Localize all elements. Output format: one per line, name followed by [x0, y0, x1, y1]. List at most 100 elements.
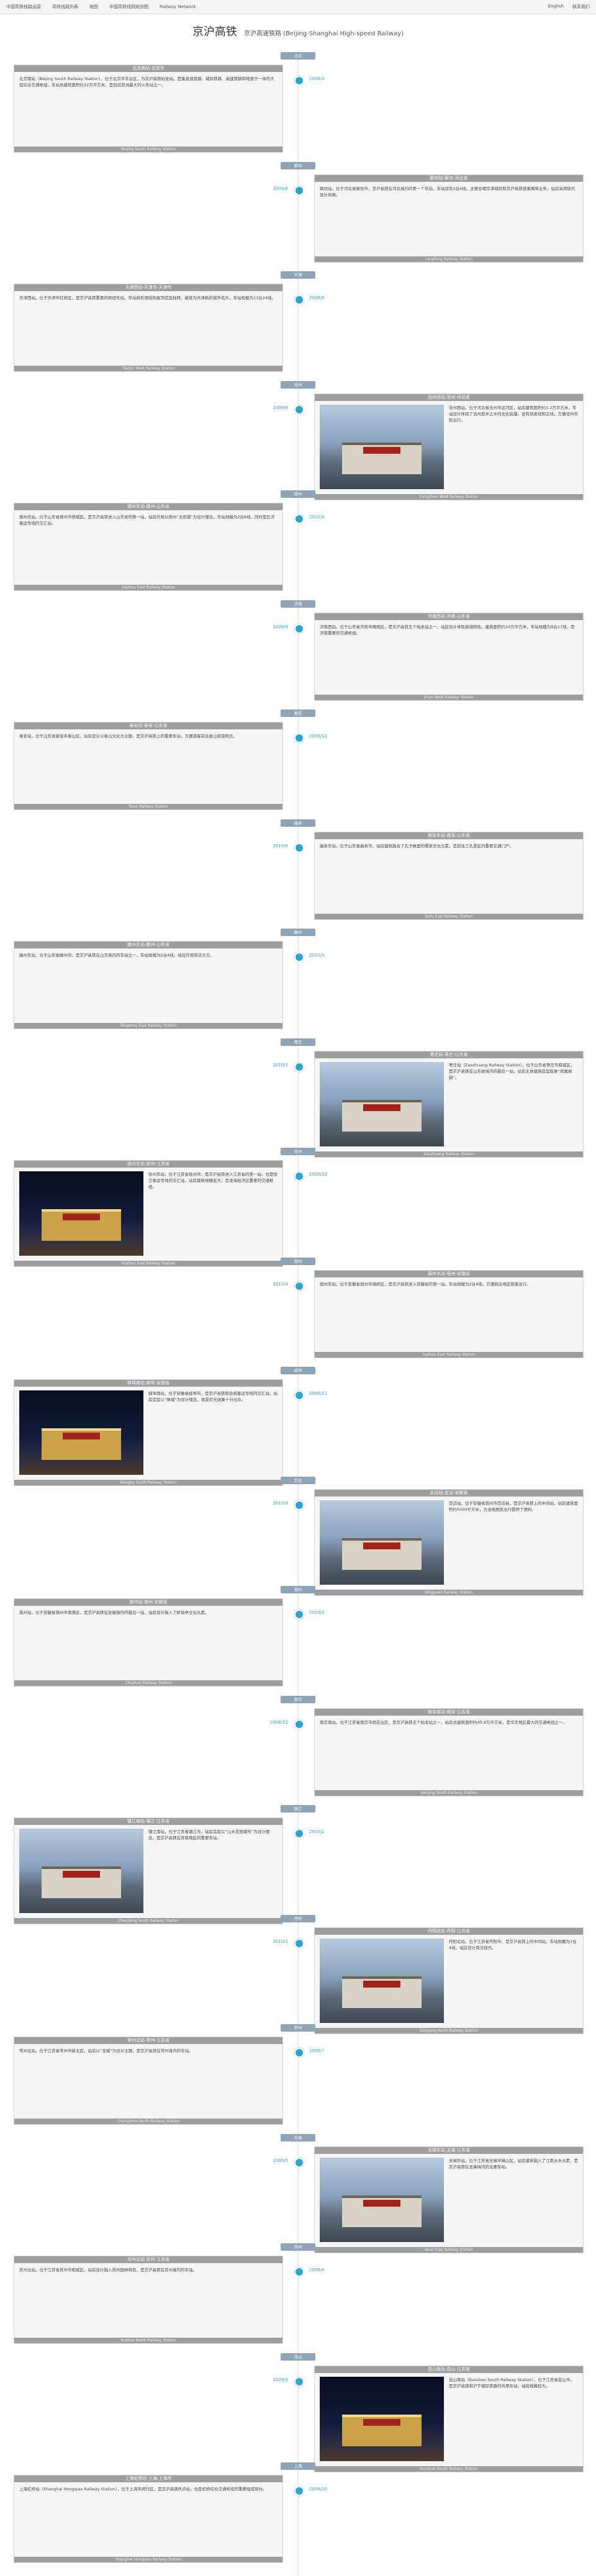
station-card[interactable]: 丹阳北站-丹阳-江苏省丹阳北站，位于江苏省丹阳市，是京沪高铁上的中间站，车站规模…: [314, 1927, 584, 2034]
timeline-date: 2010/6: [273, 844, 288, 849]
timeline: 北京 2008/4 北京南站-北京市 北京南站（Beijing South Railw…: [0, 52, 596, 2576]
nav-link-lines[interactable]: 高铁线路列表: [52, 4, 78, 10]
station-card[interactable]: 廊坊站-廊坊-河北省廊坊站，位于河北省廊坊市，京沪高铁在河北境内的第一个车站，车…: [314, 174, 584, 263]
station-title[interactable]: 常州北站-常州-江苏省: [14, 2037, 282, 2044]
timeline-tag: 蚌埠: [281, 1367, 315, 1374]
timeline-dot: [294, 1719, 304, 1729]
station-description: 上海虹桥站（Shanghai Hongqiao Railway Station）…: [19, 2487, 267, 2492]
station-caption: Taian Railway Station: [14, 804, 282, 809]
station-description: 北京南站（Beijing South Railway Station），位于北京…: [19, 76, 274, 88]
station-card[interactable]: 无锡东站-无锡-江苏省 无锡东站，位于江苏省无锡市锡山区，站房建筑融入了江南水乡元…: [314, 2146, 584, 2253]
station-card[interactable]: 枣庄站-枣庄-山东省 枣庄站（Zaozhuang Railway Station）…: [314, 1051, 584, 1158]
station-caption: Zaozhuang Railway Station: [315, 1151, 583, 1157]
station-title[interactable]: 无锡东站-无锡-江苏省: [315, 2147, 583, 2154]
station-description: 丹阳北站，位于江苏省丹阳市，是京沪高铁上的中间站，车站规模为2台4线，站房设计简…: [449, 1939, 577, 1950]
station-card[interactable]: 镇江南站-镇江-江苏省 镇江南站，位于江苏省镇江市，站房造型以“山水花园城市”为设…: [14, 1817, 283, 1924]
timeline-dot: [294, 1829, 304, 1839]
timeline-dot: [294, 76, 304, 86]
station-title[interactable]: 枣庄站-枣庄-山东省: [315, 1052, 583, 1058]
station-body: 曲阜东站，位于山东省曲阜市，站房建筑融合了孔子故里的儒家文化元素，是前往三孔景区…: [315, 839, 583, 912]
station-sign-shape: [363, 1542, 400, 1549]
station-sign-shape: [63, 1214, 100, 1220]
station-caption: Wuxi East Railway Station: [315, 2247, 583, 2253]
station-title[interactable]: 徐州东站-徐州-江苏省: [14, 1161, 282, 1168]
nav-link-plan[interactable]: 中国高铁线网规划图: [109, 4, 148, 10]
station-description: 徐州东站，位于江苏省徐州市，是京沪高铁进入江苏省的第一站，也是徐兰客运专线的交汇…: [148, 1172, 278, 1189]
station-photo: [320, 1062, 444, 1146]
station-card[interactable]: 沧州西站-沧州-河北省 沧州西站，位于河北省沧州市运河区，站房建筑面积约1.2万平…: [314, 394, 584, 500]
station-body: 定远站，位于安徽省滁州市定远县，是京沪高铁上的中间站，站房建筑面积约5000平方…: [315, 1497, 583, 1588]
timeline-date: 2010/8: [309, 515, 325, 520]
station-caption: Suzhou East Railway Station: [315, 1352, 583, 1358]
timeline-date: 2008/4: [309, 76, 325, 81]
station-description: 常州北站，位于江苏省常州市新北区，站房以“龙城”为设计主题，是京沪高铁在常州境内…: [19, 2048, 193, 2053]
station-title[interactable]: 定远站-定远-安徽省: [315, 1490, 583, 1497]
brand[interactable]: 中国高铁线路运营: [6, 4, 41, 10]
station-title[interactable]: 镇江南站-镇江-江苏省: [14, 1818, 282, 1825]
nav-link-network[interactable]: Railway Network: [160, 4, 196, 9]
station-title[interactable]: 滁州站-滁州-安徽省: [14, 1599, 282, 1606]
timeline-tag: 枣庄: [281, 1038, 315, 1046]
station-card[interactable]: 南京南站-南京-江苏省 南京南站，位于江苏省南京市雨花台区，是京沪高铁五个始发站之…: [314, 1708, 584, 1796]
station-description: 滕州东站，位于山东省滕州市，是京沪高铁在山东境内的车站之一，车站规模为2台4线，…: [19, 953, 214, 958]
timeline-dot: [294, 1062, 304, 1072]
timeline-dot: [294, 2377, 304, 2387]
station-sign-shape: [363, 2200, 400, 2207]
station-card[interactable]: 昆山南站-昆山-江苏省 昆山南站（Kunshan South Railway St…: [314, 2366, 584, 2472]
station-card[interactable]: 滁州站-滁州-安徽省滁州站，位于安徽省滁州市南谯区，是京沪高铁在安徽境内的最后一…: [14, 1598, 283, 1687]
station-caption: Dezhou East Railway Station: [14, 585, 282, 590]
timeline-date: 2009/5: [273, 2158, 288, 2163]
station-card[interactable]: 上海虹桥站-上海-上海市上海虹桥站（Shanghai Hongqiao Rail…: [14, 2475, 283, 2563]
station-description: 宿州东站，位于安徽省宿州市埇桥区，是京沪高铁进入安徽省的第一站，车站规模为2台4…: [320, 1282, 531, 1287]
station-card[interactable]: 泰安站-泰安-山东省 泰安站，位于山东省泰安市泰山区，站房设计以泰山文化为主题，是…: [14, 722, 283, 810]
station-title[interactable]: 曲阜东站-曲阜-山东省: [315, 832, 583, 839]
station-caption: Chuzhou Railway Station: [14, 1680, 282, 1686]
station-description: 滁州站，位于安徽省滁州市南谯区，是京沪高铁在安徽境内的最后一站，站房设计融入了醉…: [19, 1610, 209, 1615]
station-card[interactable]: 蚌埠南站-蚌埠-安徽省蚌埠南站，位于安徽省蚌埠市，是京沪高铁和合蚌客运专线的交汇…: [14, 1379, 283, 1486]
timeline-tag: 德州: [281, 490, 315, 498]
station-title[interactable]: 济南西站-济南-山东省: [315, 613, 583, 620]
station-photo: [320, 1939, 444, 2023]
station-description: 廊坊站，位于河北省廊坊市，京沪高铁在河北境内的第一个车站，车站设有2台4线，主要…: [320, 186, 576, 197]
station-card[interactable]: 滕州东站-滕州-山东省滕州东站，位于山东省滕州市，是京沪高铁在山东境内的车站之一…: [14, 941, 283, 1029]
timeline-date: 2010/2: [309, 1829, 325, 1834]
station-card[interactable]: 曲阜东站-曲阜-山东省 曲阜东站，位于山东省曲阜市，站房建筑融合了孔子故里的儒家文…: [314, 832, 584, 920]
station-title[interactable]: 廊坊站-廊坊-河北省: [315, 175, 583, 182]
station-title[interactable]: 昆山南站-昆山-江苏省: [315, 2366, 583, 2373]
nav-link-contact[interactable]: 联系我们: [572, 4, 590, 10]
station-card[interactable]: 德州东站-德州-山东省 德州东站，位于山东省德州市德城区，是京沪高铁进入山东省的第…: [14, 503, 283, 591]
station-title[interactable]: 南京南站-南京-江苏省: [315, 1709, 583, 1716]
station-caption: Zhenjiang South Railway Station: [14, 1918, 282, 1924]
station-sign-shape: [63, 1433, 100, 1439]
station-card[interactable]: 苏州北站-苏州-江苏省 苏州北站，位于江苏省苏州市相城区，站房设计融入苏州园林特色…: [14, 2256, 283, 2344]
station-title[interactable]: 北京南站-北京市: [14, 65, 282, 72]
station-body: 天津西站，位于天津市红桥区，是京沪高铁重要的枢纽车站，车站拱形钢结构屋顶造型独特…: [14, 291, 282, 364]
station-title[interactable]: 天津西站-天津市-天津市: [14, 284, 282, 291]
station-title[interactable]: 德州东站-德州-山东省: [14, 503, 282, 510]
station-title[interactable]: 沧州西站-沧州-河北省: [315, 394, 583, 401]
station-title[interactable]: 苏州北站-苏州-江苏省: [14, 2256, 282, 2263]
timeline-dot: [294, 1281, 304, 1291]
timeline-dot: [294, 733, 304, 743]
station-card[interactable]: 天津西站-天津市-天津市 天津西站，位于天津市红桥区，是京沪高铁重要的枢纽车站，车…: [14, 284, 283, 372]
station-title[interactable]: 泰安站-泰安-山东省: [14, 723, 282, 729]
station-card[interactable]: 常州北站-常州-江苏省常州北站，位于江苏省常州市新北区，站房以“龙城”为设计主题…: [14, 2037, 283, 2125]
timeline-dot: [294, 514, 304, 524]
station-card[interactable]: 北京南站-北京市北京南站（Beijing South Railway Stati…: [14, 65, 283, 153]
nav-link-map[interactable]: 地图: [89, 4, 98, 10]
station-title[interactable]: 丹阳北站-丹阳-江苏省: [315, 1928, 583, 1935]
station-title[interactable]: 宿州东站-宿州-安徽省: [315, 1271, 583, 1277]
station-body: 北京南站（Beijing South Railway Station），位于北京…: [14, 72, 282, 145]
station-title[interactable]: 蚌埠南站-蚌埠-安徽省: [14, 1380, 282, 1387]
station-card[interactable]: 宿州东站-宿州-安徽省宿州东站，位于安徽省宿州市埇桥区，是京沪高铁进入安徽省的第…: [314, 1270, 584, 1358]
timeline-tag: 镇江: [281, 1805, 315, 1813]
station-description: 蚌埠南站，位于安徽省蚌埠市，是京沪高铁和合蚌客运专线的交汇站，站房造型以“珠城”…: [148, 1391, 278, 1402]
nav-link-english[interactable]: English: [548, 4, 564, 10]
station-card[interactable]: 定远站-定远-安徽省 定远站，位于安徽省滁州市定远县，是京沪高铁上的中间站，站房建…: [314, 1489, 584, 1596]
station-card[interactable]: 徐州东站-徐州-江苏省徐州东站，位于江苏省徐州市，是京沪高铁进入江苏省的第一站，…: [14, 1160, 283, 1267]
station-caption: Suzhou North Railway Station: [14, 2338, 282, 2343]
station-title[interactable]: 上海虹桥站-上海-上海市: [14, 2475, 282, 2482]
station-title[interactable]: 滕州东站-滕州-山东省: [14, 942, 282, 948]
station-body: 济南西站，位于山东省济南市槐荫区，是京沪高铁五个始发站之一，站房设计体现泉城特色…: [315, 620, 583, 693]
station-card[interactable]: 济南西站-济南-山东省 济南西站，位于山东省济南市槐荫区，是京沪高铁五个始发站之一…: [314, 613, 584, 701]
